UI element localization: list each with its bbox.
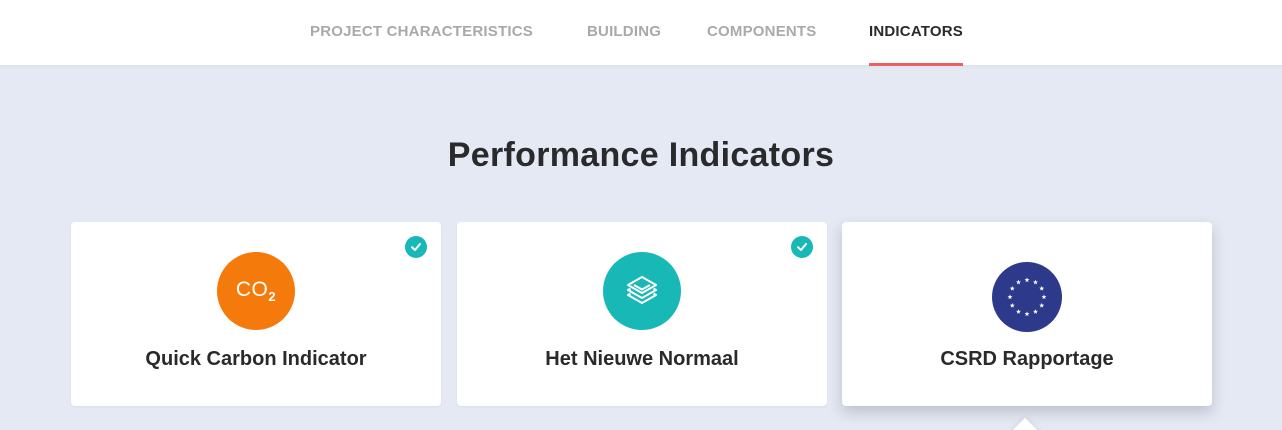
eu-star-icon bbox=[1024, 311, 1030, 317]
card-label: Quick Carbon Indicator bbox=[145, 348, 367, 370]
eu-flag-icon bbox=[992, 262, 1062, 332]
indicator-card-csrd-rapportage[interactable]: CSRD Rapportage bbox=[842, 222, 1212, 406]
page-title: Performance Indicators bbox=[447, 136, 835, 174]
card-pointer-arrow bbox=[1010, 417, 1040, 430]
co2-icon-text: CO bbox=[235, 278, 269, 301]
eu-star-icon bbox=[1041, 294, 1047, 300]
tab-indicators[interactable]: INDICATORS bbox=[869, 0, 963, 66]
tab-components[interactable]: COMPONENTS bbox=[707, 0, 817, 66]
eu-star-icon bbox=[1033, 279, 1038, 285]
eu-star-icon bbox=[1016, 279, 1021, 285]
tab-building[interactable]: BUILDING bbox=[587, 0, 661, 66]
indicator-card-het-nieuwe-normaal[interactable]: Het Nieuwe Normaal bbox=[457, 222, 827, 406]
indicator-card-quick-carbon[interactable]: CO2 Quick Carbon Indicator bbox=[71, 222, 441, 406]
eu-star-icon bbox=[1009, 302, 1015, 308]
eu-star-icon bbox=[1009, 285, 1015, 291]
eu-star-icon bbox=[1007, 294, 1013, 300]
layers-icon bbox=[603, 252, 681, 330]
co2-icon: CO2 bbox=[217, 252, 295, 330]
eu-star-icon bbox=[1024, 277, 1030, 283]
checkmark-icon bbox=[405, 236, 427, 258]
eu-star-icon bbox=[1033, 309, 1038, 314]
checkmark-icon bbox=[791, 236, 813, 258]
card-label: Het Nieuwe Normaal bbox=[545, 348, 739, 370]
card-label: CSRD Rapportage bbox=[940, 348, 1114, 370]
co2-icon-subscript: 2 bbox=[268, 289, 277, 304]
eu-star-icon bbox=[1016, 309, 1021, 314]
eu-star-icon bbox=[1039, 302, 1045, 308]
eu-star-icon bbox=[1039, 285, 1045, 291]
tab-project-characteristics[interactable]: PROJECT CHARACTERISTICS bbox=[310, 0, 533, 66]
top-navigation: PROJECT CHARACTERISTICS BUILDING COMPONE… bbox=[0, 0, 1282, 66]
